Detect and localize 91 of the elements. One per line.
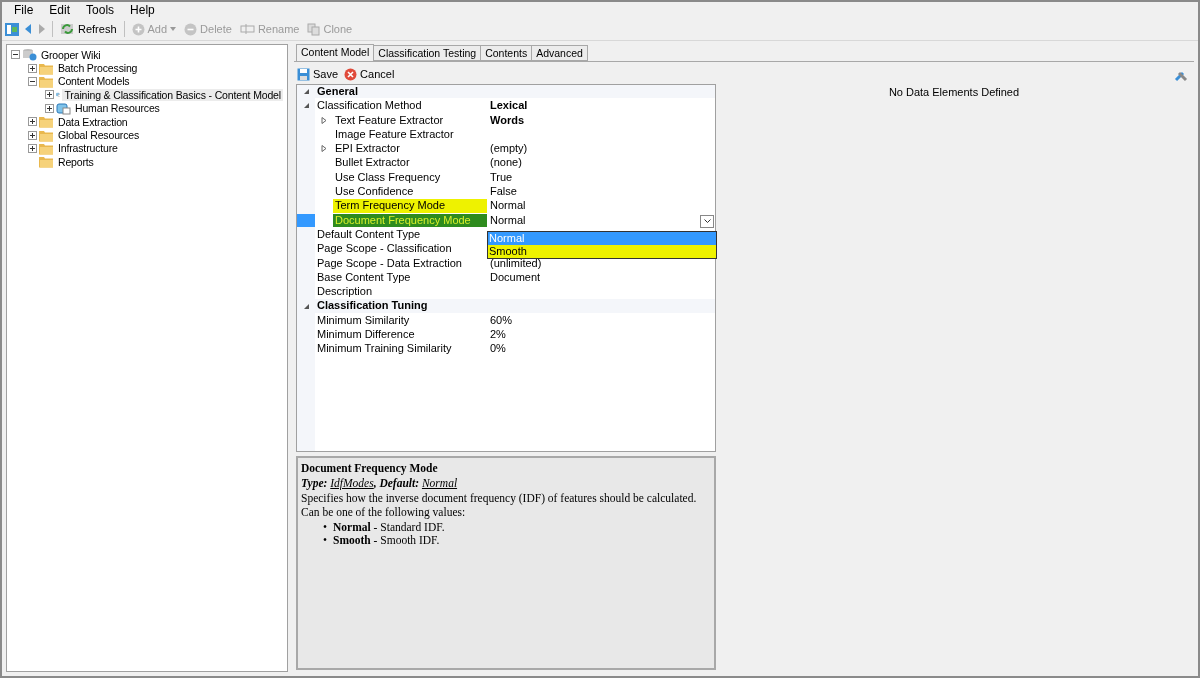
expand-icon[interactable] [28,117,37,127]
dropdown-option[interactable]: Smooth [488,245,716,258]
menu-item[interactable]: File [8,3,40,17]
database-icon [22,48,37,62]
property-value[interactable]: 2% [490,328,506,342]
folder-icon [39,115,54,129]
menu-item[interactable]: Help [124,3,161,17]
tab[interactable]: Contents [480,45,533,61]
tree-item[interactable]: Data Extraction [56,115,130,128]
property-name[interactable]: Minimum Similarity [315,313,487,328]
expand-icon[interactable] [28,143,37,153]
collapse-icon[interactable] [28,76,37,86]
property-value[interactable]: 0% [490,342,506,356]
help-item: Normal - Standard IDF. [333,520,445,534]
property-name[interactable]: Term Frequency Mode [333,199,487,213]
property-name[interactable]: Text Feature Extractor [333,113,487,127]
category-header[interactable]: General [315,85,715,99]
folder-icon [39,141,54,155]
collapse-icon[interactable] [302,302,310,310]
tree-item[interactable]: Human Resources [73,102,162,115]
property-value[interactable]: Lexical [490,99,528,113]
property-name[interactable]: Use Confidence [333,185,487,199]
property-value[interactable]: (none) [490,156,522,170]
property-name[interactable]: Minimum Difference [315,328,487,342]
rename-icon [239,23,255,35]
type-line: Type: IdfModes, Default: Normal [301,477,459,489]
property-value[interactable]: False [490,185,517,199]
property-name[interactable]: Base Content Type [315,270,487,285]
expand-icon[interactable] [45,103,54,113]
tab[interactable]: Content Model [296,44,375,61]
add-icon [131,22,145,36]
toolbar-button[interactable]: Refresh [57,21,120,37]
property-value[interactable]: Normal [490,199,526,213]
category-header[interactable]: Classification Tuning [315,299,715,313]
folder-icon [39,61,54,75]
property-name[interactable]: Image Feature Extractor [333,127,487,142]
folder-icon [39,74,54,88]
property-name[interactable]: Classification Method [315,99,487,113]
property-value[interactable]: True [490,170,513,185]
property-name[interactable]: Default Content Type [315,227,487,242]
property-value[interactable]: (unlimited) [490,256,542,270]
property-name[interactable]: EPI Extractor [333,142,487,156]
navigator-icon[interactable] [4,21,20,37]
tree-item[interactable]: Grooper Wiki [39,48,103,61]
dropdown-button[interactable] [700,214,714,228]
tree-item[interactable]: Content Models [56,75,132,88]
collapse-icon[interactable] [11,50,20,60]
tree-item[interactable]: Reports [56,155,96,168]
tree-item[interactable]: Training & Classification Basics - Content Model [62,88,283,101]
caret-icon [170,27,177,31]
expand-icon[interactable] [28,130,37,140]
property-name[interactable]: Description [315,285,487,299]
help-title: Document Frequency Mode [301,462,439,474]
bullet-icon: • [323,533,328,548]
property-name[interactable]: Page Scope - Classification [315,242,487,256]
folder-icon [39,128,54,142]
property-name[interactable]: Bullet Extractor [333,156,487,170]
help-item: Smooth - Smooth IDF. [333,533,440,548]
property-value[interactable]: (empty) [490,142,528,156]
property-name[interactable]: Document Frequency Mode [333,213,487,227]
property-name[interactable]: Use Class Frequency [333,170,487,185]
property-value[interactable]: Normal [490,213,526,227]
property-value[interactable]: 60% [490,313,513,328]
property-value[interactable]: Words [490,113,525,127]
help-description: Specifies how the inverse document frequency (IDF) of features should be calculated. Can be one of the following values: [301,492,698,520]
tree-item[interactable]: Global Resources [56,129,142,142]
expand-icon[interactable] [28,63,37,73]
collapse-icon[interactable] [302,88,310,96]
collapse-icon[interactable] [302,102,310,110]
expand-icon[interactable] [45,90,54,100]
cancel-icon [344,67,358,81]
clone-icon [307,22,321,36]
empty-message: No Data Elements Defined [888,86,1020,98]
save-icon [297,67,310,81]
bullet-icon: • [323,520,328,534]
tab[interactable]: Classification Testing [373,45,482,61]
property-name[interactable]: Page Scope - Data Extraction [315,256,487,270]
caret-icon [703,219,711,224]
save-button[interactable]: Save [296,67,340,81]
menu-item[interactable]: Edit [43,3,77,17]
property-name[interactable]: Minimum Training Similarity [315,342,487,356]
default-link[interactable]: Normal [421,477,458,489]
delete-icon [184,22,198,36]
refresh-icon [60,22,75,36]
tree-item[interactable]: Infrastructure [56,142,120,155]
property-value[interactable]: Document [490,270,541,285]
tab[interactable]: Advanced [531,45,588,61]
cancel-button[interactable]: Cancel [343,67,396,81]
tree-item[interactable]: Batch Processing [56,62,140,75]
folder-icon [39,155,54,169]
menu-item[interactable]: Tools [80,3,121,17]
